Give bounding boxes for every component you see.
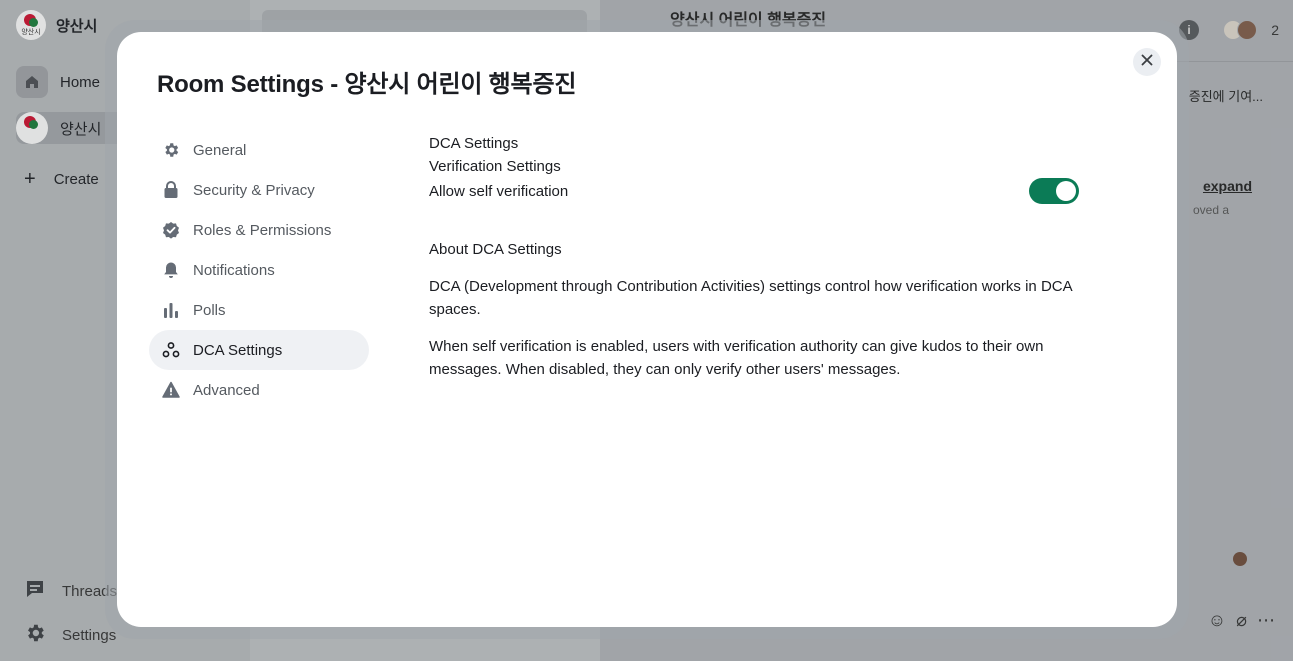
tab-advanced-label: Advanced: [193, 381, 260, 399]
gear-icon: [161, 140, 181, 160]
tab-polls[interactable]: Polls: [149, 290, 369, 330]
section-heading: DCA Settings: [429, 135, 519, 152]
tab-security-privacy-label: Security & Privacy: [193, 181, 315, 199]
dialog-title: Room Settings - 양산시 어린이 행복증진: [157, 71, 577, 98]
toggle-knob: [1056, 181, 1076, 201]
bell-icon: [161, 260, 181, 280]
tab-dca-settings[interactable]: DCA Settings: [149, 330, 369, 370]
warning-icon: [161, 380, 181, 400]
self-verification-label: Allow self verification: [429, 182, 569, 200]
about-paragraph-2: When self verification is enabled, users…: [429, 338, 1044, 378]
tab-general-label: General: [193, 141, 247, 159]
tab-security-privacy[interactable]: Security & Privacy: [149, 170, 369, 210]
bar-chart-icon: [161, 300, 181, 320]
tab-general[interactable]: General: [149, 130, 369, 170]
tab-advanced[interactable]: Advanced: [149, 370, 369, 410]
close-icon: [1141, 53, 1153, 71]
room-settings-dialog: Room Settings - 양산시 어린이 행복증진 General Sec…: [117, 32, 1177, 627]
close-button[interactable]: [1133, 48, 1161, 76]
tab-dca-settings-label: DCA Settings: [193, 341, 283, 359]
people-icon: [161, 340, 181, 360]
settings-tabs: General Security & Privacy Roles & Permi…: [149, 130, 369, 410]
tab-roles-permissions[interactable]: Roles & Permissions: [149, 210, 369, 250]
lock-icon: [161, 180, 181, 200]
tab-roles-permissions-label: Roles & Permissions: [193, 221, 332, 239]
tab-notifications-label: Notifications: [193, 261, 275, 279]
shield-check-icon: [161, 220, 181, 240]
self-verification-toggle[interactable]: [1029, 178, 1079, 204]
about-paragraph-1: DCA (Development through Contribution Ac…: [429, 278, 1072, 318]
tab-notifications[interactable]: Notifications: [149, 250, 369, 290]
verification-subheading: Verification Settings: [429, 158, 561, 175]
about-heading: About DCA Settings: [429, 241, 562, 258]
tab-polls-label: Polls: [193, 301, 226, 319]
dca-settings-panel: DCA Settings Verification Settings Allow…: [429, 132, 1079, 381]
self-verification-row: Allow self verification: [429, 178, 1079, 204]
